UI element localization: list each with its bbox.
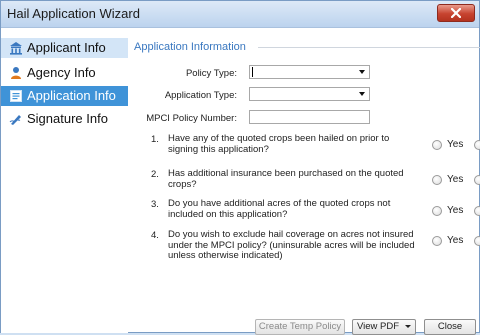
close-label: Close (437, 321, 463, 332)
chevron-down-icon (359, 70, 365, 74)
question-number: 2. (151, 169, 159, 180)
wizard-sidebar: Applicant Info Agency Info Application I… (1, 28, 128, 333)
question-text: Do you wish to exclude hail coverage on … (168, 229, 415, 261)
chevron-down-icon (405, 324, 412, 328)
close-window-button[interactable] (437, 4, 475, 22)
title-bar[interactable]: Hail Application Wizard (1, 1, 479, 28)
question-3-no-radio[interactable] (474, 206, 480, 216)
question-number: 4. (151, 230, 159, 241)
sidebar-item-label: Applicant Info (27, 40, 106, 55)
question-1-no-radio[interactable] (474, 140, 480, 150)
section-title: Application Information (134, 41, 246, 53)
sidebar-item-label: Application Info (27, 88, 116, 103)
person-icon (11, 67, 21, 79)
mpci-policy-number-label: MPCI Policy Number: (146, 113, 237, 124)
question-2-yes-radio[interactable] (432, 175, 442, 185)
question-number: 3. (151, 199, 159, 210)
building-icon (10, 42, 22, 55)
view-pdf-label: View PDF (356, 321, 400, 332)
sidebar-item-signature-info[interactable]: Signature Info (1, 109, 128, 129)
policy-type-dropdown[interactable] (249, 65, 370, 79)
sidebar-item-label: Agency Info (27, 65, 96, 80)
application-type-dropdown[interactable] (249, 87, 370, 101)
section-divider (258, 47, 480, 48)
signature-pen-icon (9, 115, 21, 125)
document-icon (10, 90, 22, 102)
sidebar-item-label: Signature Info (27, 111, 108, 126)
text-caret (252, 67, 253, 77)
create-temp-policy-label: Create Temp Policy (258, 321, 342, 332)
policy-type-label: Policy Type: (185, 68, 237, 79)
sidebar-item-applicant-info[interactable]: Applicant Info (1, 38, 128, 58)
question-2-no-radio[interactable] (474, 175, 480, 185)
question-text: Have any of the quoted crops been hailed… (168, 133, 390, 155)
mpci-policy-number-input[interactable] (249, 110, 370, 124)
question-number: 1. (151, 134, 159, 145)
question-text: Do you have additional acres of the quot… (168, 198, 391, 220)
application-type-label: Application Type: (164, 90, 237, 101)
sidebar-item-agency-info[interactable]: Agency Info (1, 63, 128, 83)
chevron-down-icon (359, 92, 365, 96)
question-4-yes-radio[interactable] (432, 236, 442, 246)
sidebar-item-application-info[interactable]: Application Info (1, 86, 128, 106)
window-title: Hail Application Wizard (7, 6, 140, 21)
question-4-yes-label[interactable]: Yes (447, 235, 463, 246)
wizard-window: Hail Application Wizard Applicant Info A… (0, 0, 480, 335)
question-2-yes-label[interactable]: Yes (447, 174, 463, 185)
question-3-yes-label[interactable]: Yes (447, 205, 463, 216)
question-1-yes-radio[interactable] (432, 140, 442, 150)
question-3-yes-radio[interactable] (432, 206, 442, 216)
question-4-no-radio[interactable] (474, 236, 480, 246)
question-text: Has additional insurance been purchased … (168, 168, 404, 190)
question-1-yes-label[interactable]: Yes (447, 139, 463, 150)
close-icon (451, 8, 461, 18)
